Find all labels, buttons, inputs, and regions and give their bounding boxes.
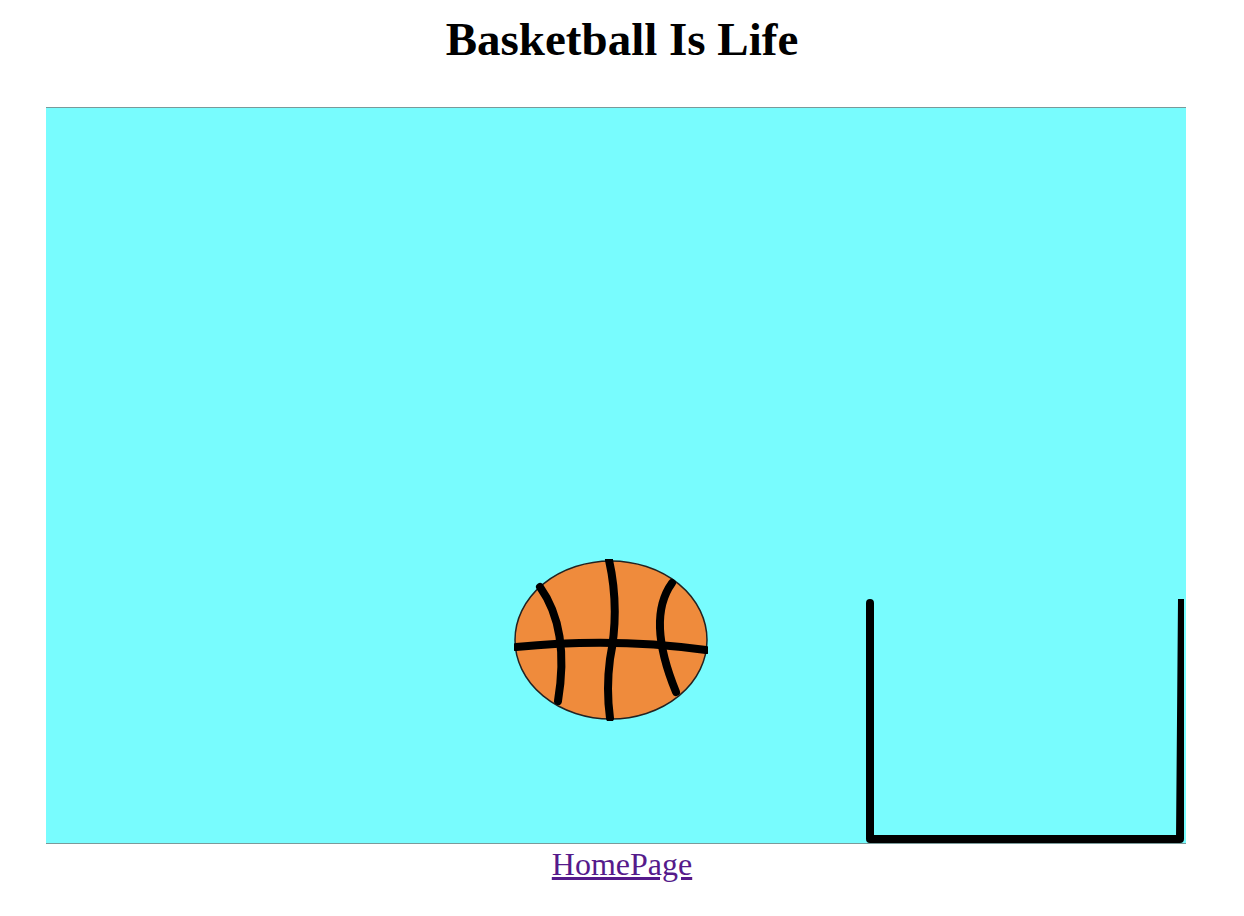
header: Basketball Is Life — [0, 0, 1244, 107]
hoop-icon — [866, 599, 1184, 843]
footer: HomePage — [0, 844, 1244, 883]
page-title: Basketball Is Life — [446, 14, 799, 66]
game-canvas[interactable] — [46, 107, 1186, 844]
page: Basketball Is Life HomePage — [0, 0, 1244, 883]
basketball-icon[interactable] — [514, 559, 708, 721]
homepage-link[interactable]: HomePage — [552, 846, 692, 883]
